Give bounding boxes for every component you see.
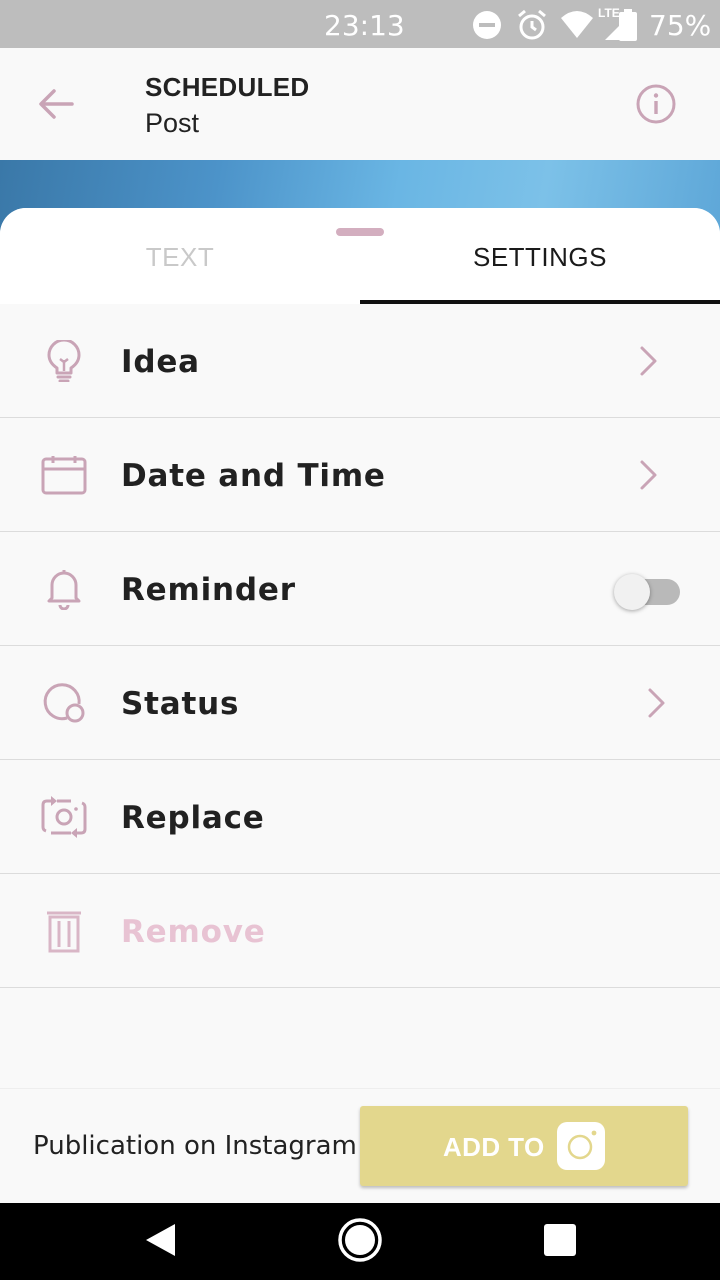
lightbulb-icon bbox=[38, 337, 90, 385]
add-button-label: ADD TO bbox=[443, 1132, 545, 1162]
setting-idea[interactable]: Idea bbox=[0, 304, 720, 418]
battery-level: 75% bbox=[649, 9, 712, 42]
arrow-left-icon bbox=[38, 88, 74, 125]
setting-replace[interactable]: Replace bbox=[0, 760, 720, 874]
battery-icon bbox=[617, 8, 639, 42]
do-not-disturb-icon bbox=[470, 8, 504, 42]
publication-bar: Publication on Instagram ADD TO bbox=[0, 1088, 720, 1203]
status-time: 23:13 bbox=[324, 9, 405, 42]
setting-date-time[interactable]: Date and Time bbox=[0, 418, 720, 532]
add-to-instagram-button[interactable]: ADD TO bbox=[360, 1106, 688, 1186]
setting-remove-label: Remove bbox=[121, 914, 266, 950]
instagram-icon bbox=[557, 1122, 605, 1170]
info-icon bbox=[635, 83, 677, 130]
wifi-icon bbox=[560, 10, 594, 40]
setting-status[interactable]: Status bbox=[0, 646, 720, 760]
setting-remove[interactable]: Remove bbox=[0, 874, 720, 988]
toggle-knob bbox=[614, 574, 650, 610]
status-bar: 23:13 LTE 75% bbox=[0, 0, 720, 48]
bell-icon bbox=[38, 565, 90, 613]
tab-settings-label: SETTINGS bbox=[472, 241, 607, 272]
system-nav-bar bbox=[0, 1203, 720, 1280]
nav-recents-button[interactable] bbox=[537, 1219, 583, 1265]
home-nav-icon bbox=[337, 1217, 383, 1268]
setting-date-time-label: Date and Time bbox=[121, 458, 386, 494]
page-title: SCHEDULED bbox=[145, 72, 310, 102]
alarm-icon bbox=[516, 8, 548, 42]
back-nav-icon bbox=[143, 1222, 177, 1263]
chevron-right-icon bbox=[634, 459, 662, 491]
app-screen: 23:13 LTE 75% SCHEDULED Post TEXT SETTIN… bbox=[0, 0, 720, 1280]
trash-icon bbox=[38, 907, 90, 955]
settings-list: Idea Date and Time Reminder Status Repla… bbox=[0, 304, 720, 988]
info-button[interactable] bbox=[630, 80, 682, 132]
settings-sheet: TEXT SETTINGS Idea Date and Time Reminde… bbox=[0, 208, 720, 1088]
calendar-icon bbox=[38, 451, 90, 499]
recents-nav-icon bbox=[543, 1223, 577, 1262]
setting-idea-label: Idea bbox=[121, 344, 200, 380]
status-icons: LTE bbox=[470, 6, 634, 42]
setting-reminder[interactable]: Reminder bbox=[0, 532, 720, 646]
header: SCHEDULED Post bbox=[0, 48, 720, 160]
replace-camera-icon bbox=[38, 793, 90, 841]
setting-replace-label: Replace bbox=[121, 800, 265, 836]
back-button[interactable] bbox=[30, 80, 82, 132]
publication-text: Publication on Instagram bbox=[33, 1131, 357, 1161]
status-icon bbox=[38, 679, 90, 727]
nav-back-button[interactable] bbox=[137, 1219, 183, 1265]
nav-home-button[interactable] bbox=[337, 1217, 383, 1268]
reminder-toggle[interactable] bbox=[614, 572, 680, 610]
tab-bar: TEXT SETTINGS bbox=[0, 208, 720, 304]
page-subtitle: Post bbox=[145, 108, 200, 138]
chevron-right-icon bbox=[634, 345, 662, 377]
tab-settings[interactable]: SETTINGS bbox=[360, 208, 720, 304]
chevron-right-icon bbox=[642, 687, 670, 719]
setting-status-label: Status bbox=[121, 686, 240, 722]
tab-text[interactable]: TEXT bbox=[0, 208, 360, 304]
setting-reminder-label: Reminder bbox=[121, 572, 296, 608]
